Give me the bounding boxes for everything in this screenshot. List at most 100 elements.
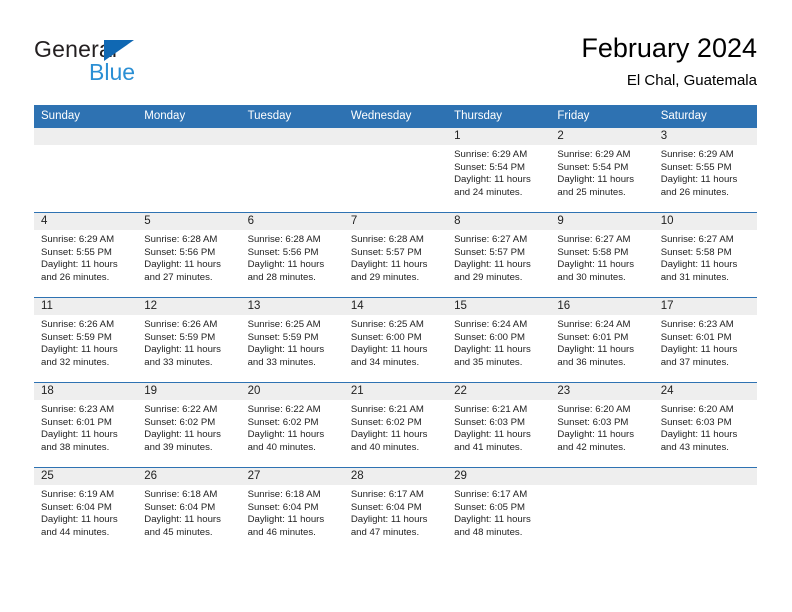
sunset-text: Sunset: 6:00 PM: [454, 331, 526, 343]
daylight-text: Daylight: 11 hours and 47 minutes.: [350, 514, 428, 538]
calendar-day-cell[interactable]: 10 Sunrise: 6:27 AM Sunset: 5:58 PM Dayligh…: [653, 212, 757, 298]
calendar-day-cell[interactable]: 18 Sunrise: 6:23 AM Sunset: 6:01 PM Dayligh…: [34, 382, 138, 468]
calendar-day-cell[interactable]: 15 Sunrise: 6:24 AM Sunset: 6:00 PM Dayligh…: [447, 297, 551, 383]
sunrise-text: Sunrise: 6:29 AM: [41, 234, 115, 245]
day-sun-info: Sunrise: 6:27 AM Sunset: 5:58 PM Daylight:…: [654, 230, 757, 284]
calendar-day-cell[interactable]: 8 Sunrise: 6:27 AM Sunset: 5:57 PM Daylight…: [447, 212, 551, 298]
calendar-day-cell[interactable]: 19 Sunrise: 6:22 AM Sunset: 6:02 PM Dayligh…: [137, 382, 241, 468]
calendar-day-cell[interactable]: 4 Sunrise: 6:29 AM Sunset: 5:55 PM Daylight…: [34, 212, 138, 298]
calendar-day-cell[interactable]: 13 Sunrise: 6:25 AM Sunset: 5:59 PM Dayligh…: [240, 297, 344, 383]
sunrise-text: Sunrise: 6:29 AM: [454, 149, 528, 160]
calendar-cell-inner: 22 Sunrise: 6:21 AM Sunset: 6:03 PM Dayligh…: [447, 383, 551, 467]
sunrise-text: Sunrise: 6:23 AM: [660, 319, 734, 330]
sunrise-text: Sunrise: 6:27 AM: [660, 234, 734, 245]
day-sun-info: Sunrise: 6:22 AM Sunset: 6:02 PM Daylight:…: [241, 400, 344, 454]
day-number: 21: [343, 383, 448, 400]
calendar-body: 1 Sunrise: 6:29 AM Sunset: 5:54 PM Daylight…: [34, 128, 757, 552]
day-number: 2: [550, 128, 654, 145]
title-block: February 2024 El Chal, Guatemala: [581, 32, 757, 90]
day-number: [240, 128, 344, 145]
sunset-text: Sunset: 6:04 PM: [144, 501, 216, 513]
day-number: 24: [653, 383, 757, 400]
day-number: 29: [447, 468, 551, 485]
calendar-day-cell[interactable]: 6 Sunrise: 6:28 AM Sunset: 5:56 PM Daylight…: [240, 212, 344, 298]
calendar-day-cell[interactable]: 27 Sunrise: 6:18 AM Sunset: 6:04 PM Dayligh…: [240, 467, 344, 552]
calendar-cell-inner: 7 Sunrise: 6:28 AM Sunset: 5:57 PM Daylight…: [343, 213, 448, 297]
calendar-cell-inner: 17 Sunrise: 6:23 AM Sunset: 6:01 PM Dayligh…: [653, 298, 757, 382]
calendar-cell-inner: 29 Sunrise: 6:17 AM Sunset: 6:05 PM Dayligh…: [447, 468, 551, 552]
calendar-cell-inner: 3 Sunrise: 6:29 AM Sunset: 5:55 PM Daylight…: [653, 128, 757, 212]
calendar-day-cell[interactable]: 12 Sunrise: 6:26 AM Sunset: 5:59 PM Dayligh…: [137, 297, 241, 383]
calendar-day-cell[interactable]: 17 Sunrise: 6:23 AM Sunset: 6:01 PM Dayligh…: [653, 297, 757, 383]
calendar-cell-empty: [550, 467, 654, 552]
day-sun-info: Sunrise: 6:28 AM Sunset: 5:57 PM Daylight:…: [344, 230, 447, 284]
calendar-day-cell[interactable]: 23 Sunrise: 6:20 AM Sunset: 6:03 PM Dayligh…: [550, 382, 654, 468]
day-number: [653, 468, 757, 485]
calendar-day-cell[interactable]: 14 Sunrise: 6:25 AM Sunset: 6:00 PM Dayligh…: [343, 297, 448, 383]
calendar-day-cell[interactable]: 24 Sunrise: 6:20 AM Sunset: 6:03 PM Dayligh…: [653, 382, 757, 468]
day-sun-info: Sunrise: 6:18 AM Sunset: 6:04 PM Daylight:…: [241, 485, 344, 539]
sunrise-text: Sunrise: 6:25 AM: [350, 319, 424, 330]
day-sun-info: Sunrise: 6:28 AM Sunset: 5:56 PM Daylight:…: [137, 230, 240, 284]
sunrise-text: Sunrise: 6:18 AM: [247, 489, 321, 500]
daylight-text: Daylight: 11 hours and 27 minutes.: [144, 259, 221, 283]
sunset-text: Sunset: 5:57 PM: [454, 246, 526, 258]
calendar-day-cell[interactable]: 3 Sunrise: 6:29 AM Sunset: 5:55 PM Daylight…: [653, 128, 757, 213]
weekday-header-wednesday: Wednesday: [343, 105, 448, 128]
day-number: 19: [137, 383, 241, 400]
calendar-day-cell[interactable]: 2 Sunrise: 6:29 AM Sunset: 5:54 PM Daylight…: [550, 128, 654, 213]
calendar-page: General Blue February 2024 El Chal, Guat…: [0, 0, 792, 612]
day-sun-info: Sunrise: 6:24 AM Sunset: 6:01 PM Daylight:…: [550, 315, 653, 369]
day-sun-info: Sunrise: 6:25 AM Sunset: 6:00 PM Daylight:…: [344, 315, 447, 369]
calendar-week-row: 25 Sunrise: 6:19 AM Sunset: 6:04 PM Dayligh…: [34, 467, 757, 552]
calendar-day-cell[interactable]: 11 Sunrise: 6:26 AM Sunset: 5:59 PM Dayligh…: [34, 297, 138, 383]
calendar-day-cell[interactable]: 29 Sunrise: 6:17 AM Sunset: 6:05 PM Dayligh…: [447, 467, 551, 552]
day-number: 12: [137, 298, 241, 315]
daylight-text: Daylight: 11 hours and 32 minutes.: [41, 344, 118, 368]
calendar-day-cell[interactable]: 26 Sunrise: 6:18 AM Sunset: 6:04 PM Dayligh…: [137, 467, 241, 552]
day-number: 27: [240, 468, 344, 485]
day-number: 5: [137, 213, 241, 230]
calendar-cell-inner: 12 Sunrise: 6:26 AM Sunset: 5:59 PM Dayligh…: [137, 298, 241, 382]
calendar-day-cell[interactable]: 1 Sunrise: 6:29 AM Sunset: 5:54 PM Daylight…: [447, 128, 551, 213]
calendar-day-cell[interactable]: 16 Sunrise: 6:24 AM Sunset: 6:01 PM Dayligh…: [550, 297, 654, 383]
sunrise-text: Sunrise: 6:24 AM: [454, 319, 528, 330]
general-blue-logo[interactable]: General Blue: [34, 36, 224, 88]
calendar-day-cell[interactable]: 22 Sunrise: 6:21 AM Sunset: 6:03 PM Dayligh…: [447, 382, 551, 468]
day-sun-info: Sunrise: 6:29 AM Sunset: 5:55 PM Daylight:…: [34, 230, 137, 284]
sunset-text: Sunset: 6:02 PM: [350, 416, 422, 428]
calendar-day-cell[interactable]: 9 Sunrise: 6:27 AM Sunset: 5:58 PM Daylight…: [550, 212, 654, 298]
daylight-text: Daylight: 11 hours and 48 minutes.: [454, 514, 531, 538]
sunrise-text: Sunrise: 6:18 AM: [144, 489, 218, 500]
day-sun-info: Sunrise: 6:29 AM Sunset: 5:54 PM Daylight:…: [447, 145, 550, 199]
day-sun-info: Sunrise: 6:20 AM Sunset: 6:03 PM Daylight:…: [654, 400, 757, 454]
day-number: 25: [34, 468, 138, 485]
sunrise-text: Sunrise: 6:27 AM: [454, 234, 528, 245]
day-sun-info: Sunrise: 6:25 AM Sunset: 5:59 PM Daylight:…: [241, 315, 344, 369]
day-sun-info: Sunrise: 6:22 AM Sunset: 6:02 PM Daylight:…: [137, 400, 240, 454]
calendar-day-cell[interactable]: 21 Sunrise: 6:21 AM Sunset: 6:02 PM Dayligh…: [343, 382, 448, 468]
day-number: [550, 468, 654, 485]
calendar-day-cell[interactable]: 28 Sunrise: 6:17 AM Sunset: 6:04 PM Dayligh…: [343, 467, 448, 552]
daylight-text: Daylight: 11 hours and 40 minutes.: [350, 429, 428, 453]
calendar-cell-inner: 27 Sunrise: 6:18 AM Sunset: 6:04 PM Dayligh…: [240, 468, 344, 552]
calendar-day-cell[interactable]: 7 Sunrise: 6:28 AM Sunset: 5:57 PM Daylight…: [343, 212, 448, 298]
calendar-day-cell[interactable]: 5 Sunrise: 6:28 AM Sunset: 5:56 PM Daylight…: [137, 212, 241, 298]
calendar-cell-inner: [240, 128, 344, 212]
calendar-day-cell[interactable]: 20 Sunrise: 6:22 AM Sunset: 6:02 PM Dayligh…: [240, 382, 344, 468]
sunset-text: Sunset: 5:55 PM: [41, 246, 112, 258]
calendar-cell-empty: [137, 128, 241, 213]
sunset-text: Sunset: 6:00 PM: [350, 331, 422, 343]
daylight-text: Daylight: 11 hours and 45 minutes.: [144, 514, 221, 538]
daylight-text: Daylight: 11 hours and 33 minutes.: [247, 344, 325, 368]
sunset-text: Sunset: 5:59 PM: [144, 331, 216, 343]
sunrise-text: Sunrise: 6:26 AM: [144, 319, 218, 330]
day-number: 13: [240, 298, 344, 315]
daylight-text: Daylight: 11 hours and 42 minutes.: [557, 429, 635, 453]
day-number: 6: [240, 213, 344, 230]
day-number: 4: [34, 213, 138, 230]
day-number: 20: [240, 383, 344, 400]
calendar-cell-inner: 9 Sunrise: 6:27 AM Sunset: 5:58 PM Daylight…: [550, 213, 654, 297]
calendar-day-cell[interactable]: 25 Sunrise: 6:19 AM Sunset: 6:04 PM Dayligh…: [34, 467, 138, 552]
sunrise-text: Sunrise: 6:21 AM: [350, 404, 424, 415]
